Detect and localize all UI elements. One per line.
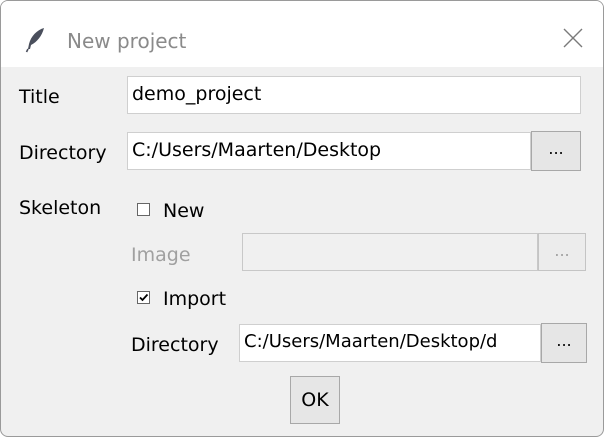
new-project-dialog: New project Title demo_project Directory… [0,0,604,437]
import-directory-label: Directory [131,334,219,356]
new-checkbox-box[interactable] [137,203,150,216]
image-label: Image [131,244,191,266]
new-checkbox-label[interactable]: New [163,200,204,222]
image-input[interactable] [242,233,538,271]
import-checkbox-label[interactable]: Import [163,288,226,310]
import-directory-browse-button[interactable]: ... [541,323,587,363]
ok-button[interactable]: OK [290,376,340,424]
title-label: Title [19,86,60,108]
image-browse-button[interactable]: ... [538,233,586,271]
check-mark-icon [139,293,149,302]
import-checkbox-box[interactable] [137,291,150,304]
import-directory-input[interactable]: C:/Users/Maarten/Desktop/d [239,324,541,362]
close-button[interactable] [543,17,603,63]
window-title: New project [67,29,187,53]
directory-input[interactable]: C:/Users/Maarten/Desktop [127,132,531,170]
title-bar: New project [1,1,603,67]
directory-label: Directory [19,142,107,164]
title-input[interactable]: demo_project [127,76,581,114]
feather-icon [25,27,47,53]
directory-browse-button[interactable]: ... [531,131,581,171]
close-icon [563,28,583,48]
skeleton-label: Skeleton [19,197,102,219]
